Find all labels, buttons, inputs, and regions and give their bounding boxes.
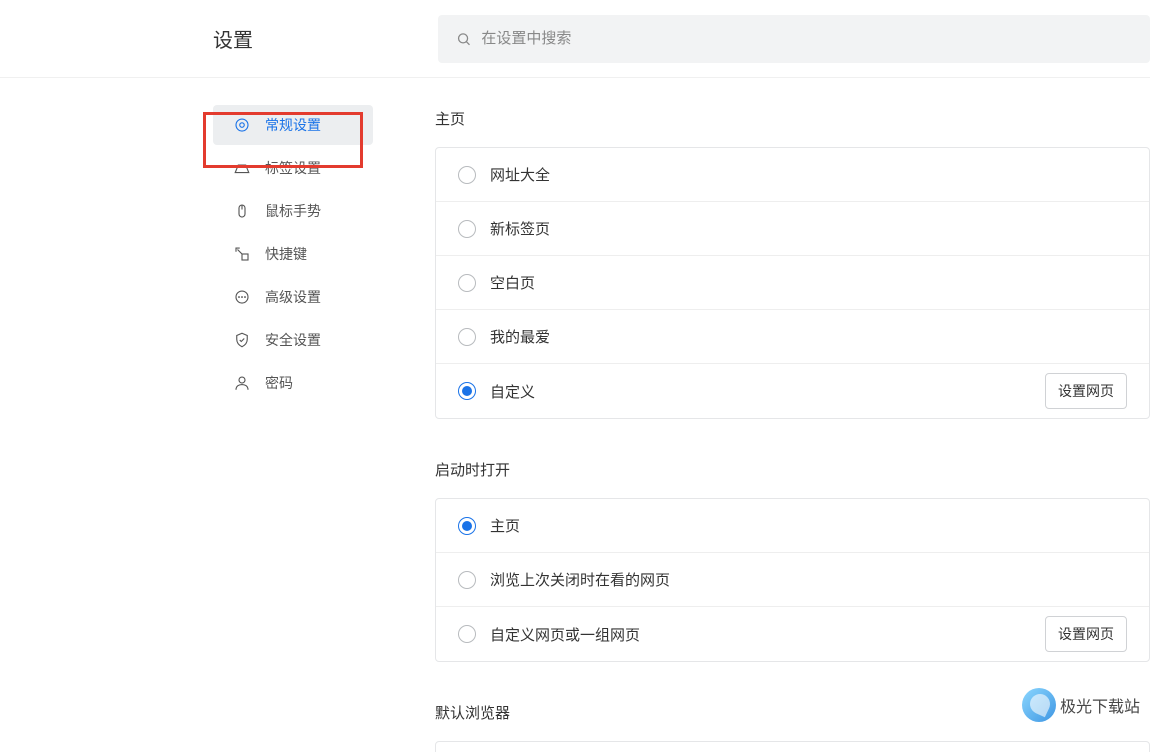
set-webpage-button[interactable]: 设置网页 <box>1045 616 1127 652</box>
radio-icon <box>458 625 476 643</box>
radio-label: 新标签页 <box>490 218 1127 239</box>
search-icon <box>456 31 471 47</box>
radio-row-favorites[interactable]: 我的最爱 <box>436 310 1149 364</box>
sidebar-item-security[interactable]: 安全设置 <box>213 320 373 360</box>
radio-icon <box>458 220 476 238</box>
sidebar-item-password[interactable]: 密码 <box>213 363 373 403</box>
section-title: 主页 <box>435 108 1150 129</box>
sidebar-item-label: 高级设置 <box>265 287 321 307</box>
search-box[interactable] <box>438 15 1150 63</box>
sidebar-item-label: 鼠标手势 <box>265 201 321 221</box>
sidebar-item-advanced[interactable]: 高级设置 <box>213 277 373 317</box>
radio-label: 网址大全 <box>490 164 1127 185</box>
header: 设置 <box>0 0 1150 78</box>
section-startup: 启动时打开 主页 浏览上次关闭时在看的网页 自定义网页或一组网页 设置网页 <box>435 459 1150 662</box>
mouse-icon <box>233 202 251 220</box>
sidebar-item-label: 密码 <box>265 373 293 393</box>
content-area: 主页 网址大全 新标签页 空白页 我的最爱 <box>435 78 1150 752</box>
radio-icon <box>458 274 476 292</box>
sidebar-item-general[interactable]: 常规设置 <box>213 105 373 145</box>
section-default-browser: 默认浏览器 搜狗浏览器目前不是默认浏览器 将搜狗浏览器设置为默认浏览器并锁 <box>435 702 1150 752</box>
radio-label: 自定义网页或一组网页 <box>490 624 1045 645</box>
radio-label: 自定义 <box>490 381 1045 402</box>
sidebar-item-label: 安全设置 <box>265 330 321 350</box>
settings-gear-icon <box>233 116 251 134</box>
search-input[interactable] <box>481 30 1150 47</box>
body: 常规设置 标签设置 鼠标手势 快捷键 高级设置 安全设置 密码 主 <box>0 78 1150 752</box>
shortcut-icon <box>233 245 251 263</box>
sidebar-item-label: 快捷键 <box>265 244 307 264</box>
radio-row-custom-pages[interactable]: 自定义网页或一组网页 设置网页 <box>436 607 1149 661</box>
radio-row-url-collection[interactable]: 网址大全 <box>436 148 1149 202</box>
more-circle-icon <box>233 288 251 306</box>
tab-icon <box>233 159 251 177</box>
sidebar-item-shortcut[interactable]: 快捷键 <box>213 234 373 274</box>
radio-row-custom[interactable]: 自定义 设置网页 <box>436 364 1149 418</box>
startup-card: 主页 浏览上次关闭时在看的网页 自定义网页或一组网页 设置网页 <box>435 498 1150 662</box>
default-browser-row: 搜狗浏览器目前不是默认浏览器 将搜狗浏览器设置为默认浏览器并锁 <box>435 741 1150 752</box>
set-webpage-button[interactable]: 设置网页 <box>1045 373 1127 409</box>
radio-icon <box>458 382 476 400</box>
page-title: 设置 <box>213 24 253 53</box>
radio-label: 我的最爱 <box>490 326 1127 347</box>
radio-row-new-tab[interactable]: 新标签页 <box>436 202 1149 256</box>
radio-icon <box>458 328 476 346</box>
sidebar: 常规设置 标签设置 鼠标手势 快捷键 高级设置 安全设置 密码 <box>0 78 435 752</box>
homepage-card: 网址大全 新标签页 空白页 我的最爱 自定义 设置网页 <box>435 147 1150 419</box>
radio-icon <box>458 166 476 184</box>
radio-row-last-session[interactable]: 浏览上次关闭时在看的网页 <box>436 553 1149 607</box>
sidebar-item-tabs[interactable]: 标签设置 <box>213 148 373 188</box>
radio-label: 主页 <box>490 515 1127 536</box>
sidebar-item-label: 标签设置 <box>265 158 321 178</box>
person-icon <box>233 374 251 392</box>
radio-icon <box>458 517 476 535</box>
radio-row-blank-page[interactable]: 空白页 <box>436 256 1149 310</box>
radio-label: 空白页 <box>490 272 1127 293</box>
section-homepage: 主页 网址大全 新标签页 空白页 我的最爱 <box>435 108 1150 419</box>
section-title: 默认浏览器 <box>435 702 1150 723</box>
sidebar-item-mouse-gesture[interactable]: 鼠标手势 <box>213 191 373 231</box>
radio-label: 浏览上次关闭时在看的网页 <box>490 569 1127 590</box>
shield-icon <box>233 331 251 349</box>
radio-icon <box>458 571 476 589</box>
sidebar-item-label: 常规设置 <box>265 115 321 135</box>
section-title: 启动时打开 <box>435 459 1150 480</box>
radio-row-homepage[interactable]: 主页 <box>436 499 1149 553</box>
